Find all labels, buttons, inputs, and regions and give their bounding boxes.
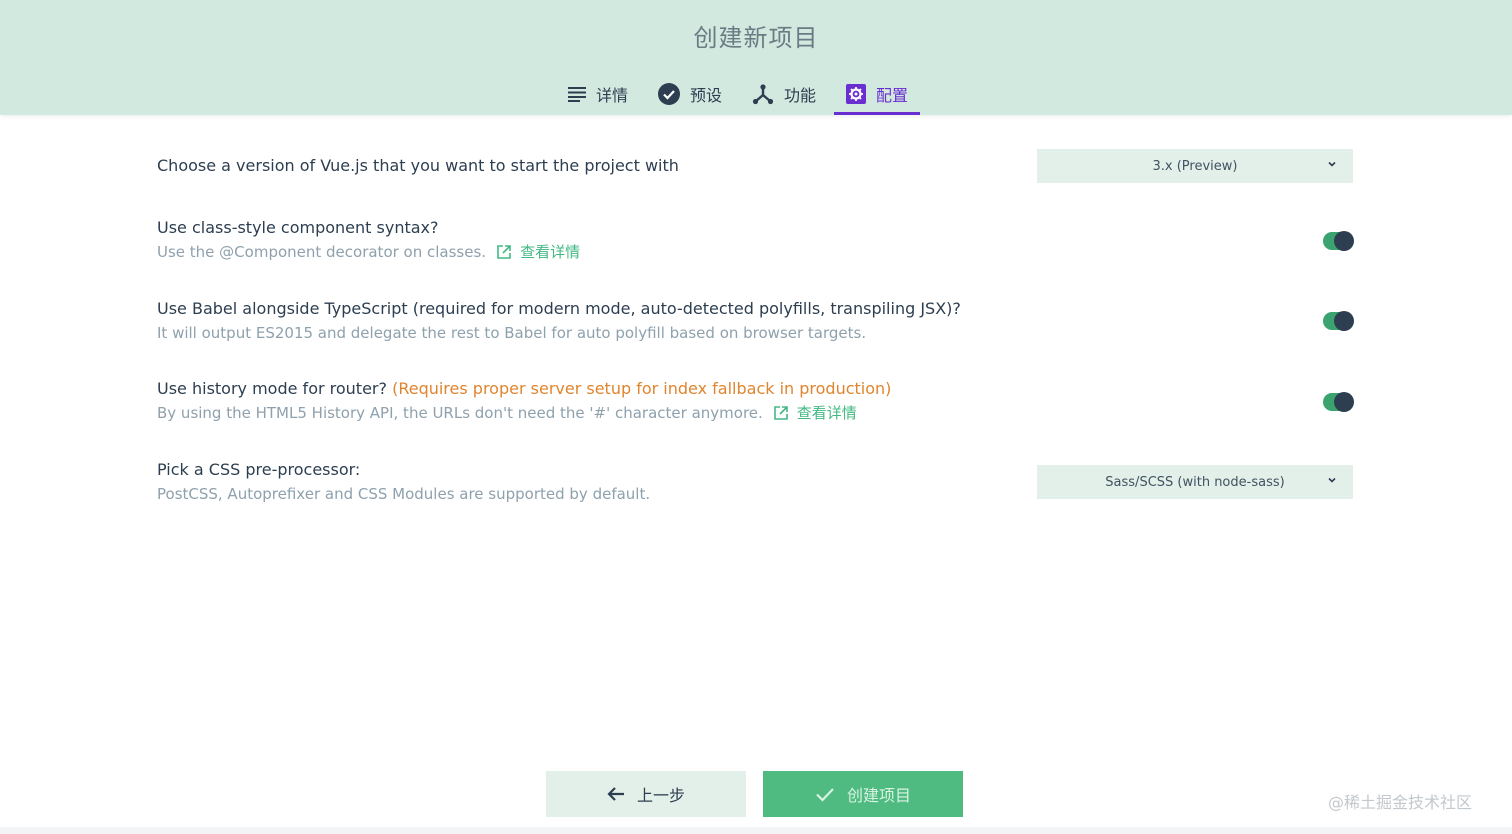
vue-version-row: Choose a version of Vue.js that you want… bbox=[157, 155, 679, 177]
external-link-icon bbox=[497, 245, 511, 259]
babel-desc: It will output ES2015 and delegate the r… bbox=[157, 324, 867, 342]
babel-toggle[interactable] bbox=[1323, 311, 1354, 331]
css-desc: PostCSS, Autoprefixer and CSS Modules ar… bbox=[157, 485, 651, 503]
class-style-link-label: 查看详情 bbox=[520, 243, 581, 261]
check-icon bbox=[816, 788, 834, 802]
create-project-label: 创建项目 bbox=[846, 786, 911, 805]
babel-row: Use Babel alongside TypeScript (required… bbox=[157, 298, 961, 344]
vue-version-select[interactable]: 3.x (Preview) bbox=[1037, 149, 1353, 183]
fork-icon bbox=[752, 83, 774, 104]
list-icon bbox=[568, 86, 586, 102]
history-link-label: 查看详情 bbox=[796, 404, 857, 422]
toggle-knob bbox=[1334, 392, 1354, 412]
watermark: @稀土掘金技术社区 bbox=[1328, 793, 1473, 812]
tab-presets-label: 预设 bbox=[690, 85, 723, 105]
tab-features-label: 功能 bbox=[784, 85, 817, 105]
history-toggle[interactable] bbox=[1323, 392, 1354, 412]
tab-details-label: 详情 bbox=[596, 85, 629, 105]
babel-label: Use Babel alongside TypeScript (required… bbox=[157, 299, 961, 318]
history-warning: (Requires proper server setup for index … bbox=[392, 379, 892, 398]
previous-step-label: 上一步 bbox=[636, 786, 685, 805]
history-details-link[interactable]: 查看详情 bbox=[773, 402, 857, 424]
history-label: Use history mode for router? bbox=[157, 379, 387, 398]
page-title: 创建新项目 bbox=[693, 24, 819, 52]
chevron-down-icon bbox=[1328, 161, 1336, 167]
create-project-button[interactable]: 创建项目 bbox=[763, 771, 963, 817]
previous-step-button[interactable]: 上一步 bbox=[546, 771, 746, 817]
class-style-toggle[interactable] bbox=[1323, 231, 1354, 251]
tab-config[interactable]: 配置 bbox=[834, 72, 921, 115]
class-style-label: Use class-style component syntax? bbox=[157, 218, 439, 237]
history-row: Use history mode for router? (Requires p… bbox=[157, 378, 891, 424]
css-row: Pick a CSS pre-processor: PostCSS, Autop… bbox=[157, 459, 650, 505]
css-preprocessor-value: Sass/SCSS (with node-sass) bbox=[1105, 474, 1285, 490]
header: 创建新项目 详情 预设 功能 配置 bbox=[0, 0, 1512, 115]
css-preprocessor-select[interactable]: Sass/SCSS (with node-sass) bbox=[1037, 465, 1353, 499]
check-circle-icon bbox=[658, 82, 681, 105]
external-link-icon bbox=[773, 406, 788, 420]
toggle-knob bbox=[1334, 231, 1354, 251]
wizard-tabs: 详情 预设 功能 配置 bbox=[556, 72, 926, 115]
class-style-row: Use class-style component syntax? Use th… bbox=[157, 217, 580, 263]
tab-details[interactable]: 详情 bbox=[556, 72, 640, 115]
toggle-knob bbox=[1334, 311, 1354, 331]
vue-version-value: 3.x (Preview) bbox=[1152, 158, 1238, 174]
history-desc: By using the HTML5 History API, the URLs… bbox=[157, 404, 763, 422]
tab-features[interactable]: 功能 bbox=[740, 72, 828, 115]
class-style-details-link[interactable]: 查看详情 bbox=[496, 241, 580, 263]
chevron-down-icon bbox=[1328, 477, 1336, 483]
vue-version-label: Choose a version of Vue.js that you want… bbox=[157, 156, 679, 175]
css-label: Pick a CSS pre-processor: bbox=[157, 460, 361, 479]
tab-config-label: 配置 bbox=[876, 85, 909, 105]
bottom-strip bbox=[0, 827, 1512, 834]
arrow-left-icon bbox=[607, 787, 624, 801]
tab-presets[interactable]: 预设 bbox=[646, 72, 734, 115]
settings-icon bbox=[846, 83, 867, 104]
class-style-desc: Use the @Component decorator on classes. bbox=[157, 243, 487, 261]
